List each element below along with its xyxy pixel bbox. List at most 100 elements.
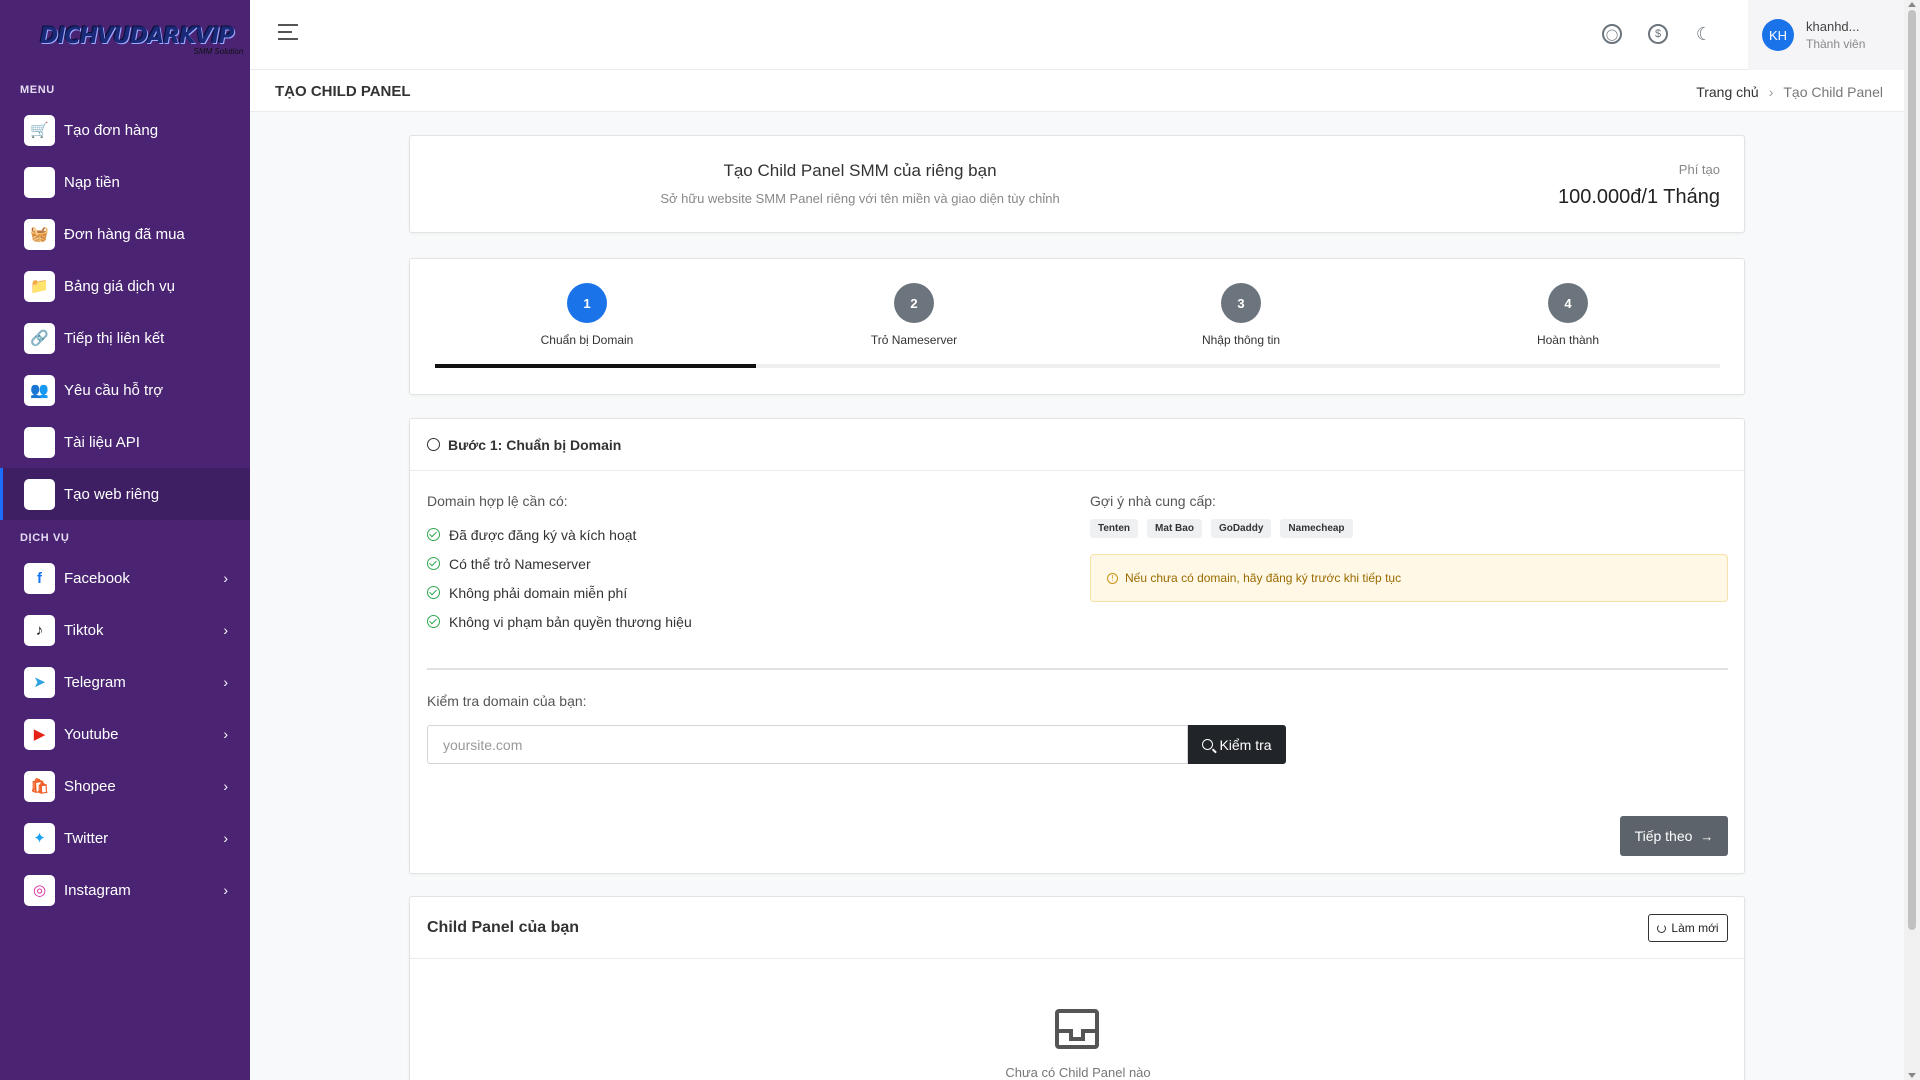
sidebar-service-item-icon: ➤ [24,666,55,698]
domain-input[interactable] [427,725,1188,764]
scrollbar-thumb[interactable] [1908,10,1916,930]
avatar: KH [1762,19,1794,51]
sidebar-menu-item-label: Nạp tiền [64,173,120,191]
breadcrumb-separator-icon: › [1768,84,1774,100]
sidebar-service-item-5[interactable]: ✦ Twitter › [0,812,250,864]
child-panel-card: Child Panel của bạn Làm mới Chưa có Chil… [409,896,1745,1080]
sidebar-menu-item-6[interactable]: ⚙ Tài liệu API [0,416,250,468]
step-1[interactable]: 1 Chuẩn bị Domain [487,283,687,347]
chevron-right-icon: › [223,570,228,586]
progress-fill [435,364,757,368]
sidebar-service-item-label: Shopee [64,777,116,795]
sidebar-menu-item-7[interactable]: ▣ Tạo web riêng [0,468,250,520]
page-title: TẠO CHILD PANEL [275,83,411,100]
sidebar-menu-item-label: Tạo web riêng [64,485,160,503]
sidebar-service-item-label: Telegram [64,673,126,691]
requirement-text: Không phải domain miễn phí [449,584,628,601]
step-label: Nhập thông tin [1201,333,1281,347]
sidebar-menu-item-label: Yêu cầu hỗ trợ [64,381,164,399]
sidebar-service-item-icon: 🛍 [24,770,55,802]
empty-state-text: Chưa có Child Panel nào [1005,1065,1151,1080]
currency-dollar-icon[interactable]: $ [1648,24,1668,44]
sidebar-service-item-icon: ♪ [24,614,55,646]
list-item: Có thể trỏ Nameserver [427,549,692,578]
scroll-up-icon[interactable] [1908,2,1916,7]
requirement-text: Đã được đăng ký và kích hoạt [449,526,637,543]
breadcrumb: Trang chủ › Tạo Child Panel [1696,84,1883,100]
sidebar-menu-item-4[interactable]: 🔗 Tiếp thị liên kết [0,312,250,364]
sidebar-service-item-icon: ▶ [24,718,55,750]
sidebar-menu-item-label: Tạo đơn hàng [64,121,159,139]
provider-tag: Tenten [1090,519,1139,538]
globe-icon [427,438,440,451]
breadcrumb-home[interactable]: Trang chủ [1696,84,1759,100]
hero-subtitle: Sở hữu website SMM Panel riêng với tên m… [660,191,1060,206]
user-role: Thành viên [1806,37,1866,51]
menu-list: 🛒 Tạo đơn hàng 🏛 Nạp tiền 🧺 Đơn hàng đã mua 📁 B… [0,104,250,520]
check-circle-icon [427,557,440,570]
sidebar-service-item-icon: ◎ [24,874,55,906]
globe-language-icon[interactable]: ◯ [1602,24,1622,44]
search-icon [1202,739,1214,750]
provider-tag: GoDaddy [1210,519,1272,538]
check-circle-icon [427,586,440,599]
sidebar-menu-item-icon: ▣ [24,478,55,510]
sidebar-service-item-3[interactable]: ▶ Youtube › [0,708,250,760]
chevron-right-icon: › [223,622,228,638]
sidebar-service-item-0[interactable]: f Facebook › [0,552,250,604]
sidebar-menu-item-icon: 🏛 [24,166,55,198]
page-scrollbar[interactable] [1904,0,1920,1080]
step-label: Trỏ Nameserver [870,333,958,347]
step-number: 4 [1548,283,1588,323]
chevron-right-icon: › [223,830,228,846]
requirement-text: Không vi phạm bản quyền thương hiệu [449,613,692,630]
step-number: 2 [894,283,934,323]
step-label: Hoàn thành [1536,333,1600,347]
steps-card: 1 Chuẩn bị Domain 2 Trỏ Nameserver 3 Nhậ… [409,258,1745,395]
check-domain-button[interactable]: Kiểm tra [1188,725,1286,764]
provider-tags: Tenten Mat Bao GoDaddy Namecheap [1090,519,1353,538]
sidebar-menu-item-1[interactable]: 🏛 Nạp tiền [0,156,250,208]
refresh-button[interactable]: Làm mới [1648,914,1728,942]
hamburger-menu-icon[interactable] [278,24,298,40]
fee-label: Phí tạo [1678,162,1720,177]
moon-theme-icon[interactable]: ☾ [1694,24,1714,44]
hero-card: Tạo Child Panel SMM của riêng bạn Sở hữu… [409,135,1745,233]
sidebar-service-item-4[interactable]: 🛍 Shopee › [0,760,250,812]
provider-tag: Mat Bao [1147,519,1202,538]
warning-alert: ! Nếu chưa có domain, hãy đăng ký trước … [1090,554,1728,602]
chevron-right-icon: › [223,778,228,794]
logo-text: DICHVUDARKVIP [40,23,235,49]
sidebar-menu-item-5[interactable]: 👥 Yêu cầu hỗ trợ [0,364,250,416]
sidebar-service-item-6[interactable]: ◎ Instagram › [0,864,250,916]
arrow-right-icon: → [1700,828,1714,844]
step-number: 3 [1221,283,1261,323]
inbox-empty-icon [1055,1009,1099,1049]
step-2[interactable]: 2 Trỏ Nameserver [814,283,1014,347]
sidebar-menu-item-3[interactable]: 📁 Bảng giá dịch vụ [0,260,250,312]
scroll-down-icon[interactable] [1908,1073,1916,1078]
chevron-right-icon: › [223,726,228,742]
sidebar-service-item-1[interactable]: ♪ Tiktok › [0,604,250,656]
menu-section-title: MENU [20,84,55,96]
step-3[interactable]: 3 Nhập thông tin [1141,283,1341,347]
sidebar-service-item-2[interactable]: ➤ Telegram › [0,656,250,708]
sidebar-menu-item-2[interactable]: 🧺 Đơn hàng đã mua [0,208,250,260]
sidebar-service-item-icon: ✦ [24,822,55,854]
service-list: f Facebook › ♪ Tiktok › ➤ Telegram › ▶ Youtube › 🛍 Sh… [0,552,250,916]
check-button-label: Kiểm tra [1219,736,1272,753]
check-domain-label: Kiểm tra domain của bạn: [427,693,587,709]
refresh-icon [1657,923,1667,933]
sidebar-menu-item-label: Tài liệu API [64,433,140,451]
step-4[interactable]: 4 Hoàn thành [1468,283,1668,347]
check-circle-icon [427,528,440,541]
sidebar-menu-item-label: Bảng giá dịch vụ [64,277,175,295]
step-number: 1 [567,283,607,323]
logo[interactable]: DICHVUDARKVIP SMM Solution [0,0,250,72]
sidebar-menu-item-0[interactable]: 🛒 Tạo đơn hàng [0,104,250,156]
user-menu[interactable]: KH khanhd... Thành viên [1748,0,1904,70]
service-section-title: DỊCH VỤ [20,532,70,544]
next-step-button[interactable]: Tiếp theo → [1620,816,1728,856]
sidebar-menu-item-label: Đơn hàng đã mua [64,225,185,243]
sidebar: DICHVUDARKVIP SMM Solution MENU 🛒 Tạo đơn… [0,0,250,1080]
